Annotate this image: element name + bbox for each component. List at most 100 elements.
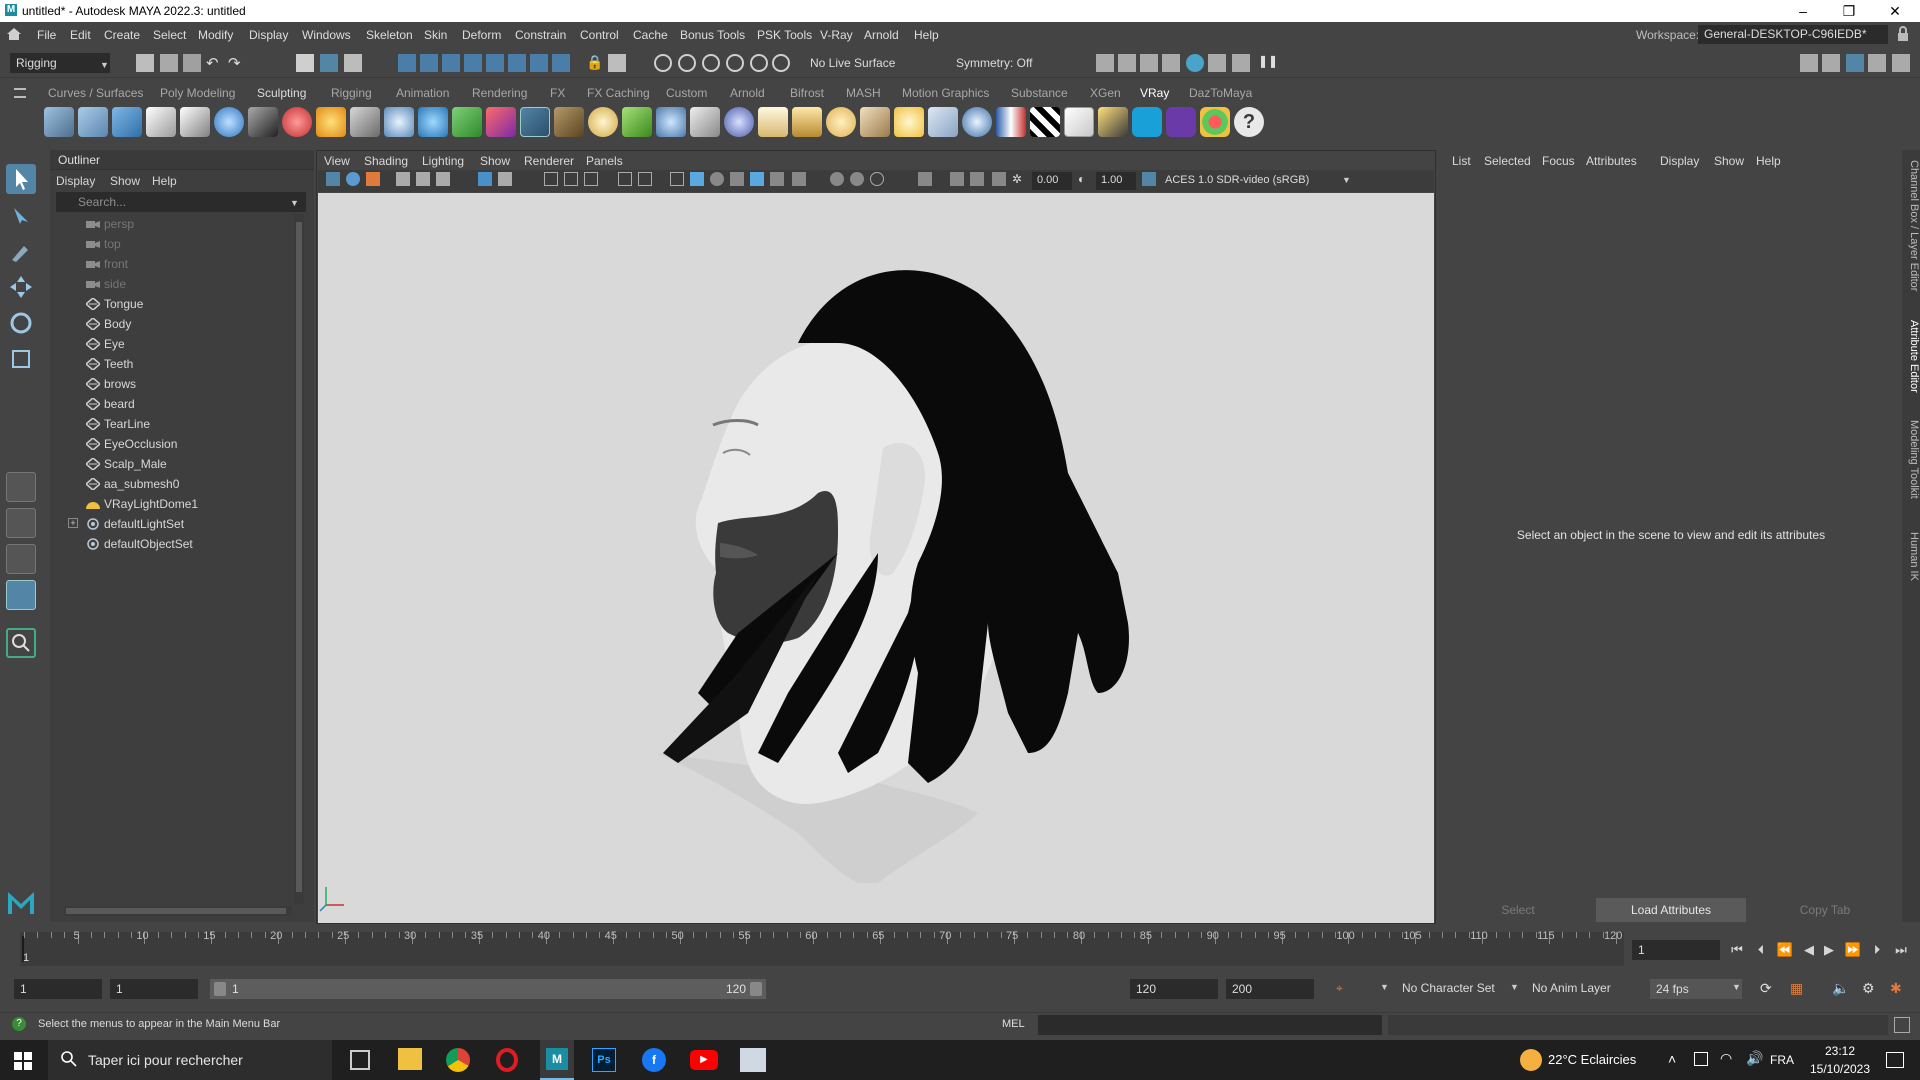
scene-end-field[interactable]: 200 xyxy=(1226,979,1314,999)
shelf-tab-bifrost[interactable]: Bifrost xyxy=(790,86,824,100)
outliner-vertical-scrollbar[interactable] xyxy=(294,214,304,904)
playback-end-field[interactable]: 120 xyxy=(1130,979,1218,999)
outliner-item[interactable]: aa_submesh0 xyxy=(50,474,290,494)
film-gate-icon[interactable] xyxy=(564,172,578,186)
outliner-item[interactable]: Scalp_Male xyxy=(50,454,290,474)
weather-text[interactable]: 22°C Eclaircies xyxy=(1548,1052,1636,1067)
shelf-tab-xgen[interactable]: XGen xyxy=(1090,86,1121,100)
anti-aliasing-icon[interactable] xyxy=(850,172,864,186)
vray-cone-icon[interactable] xyxy=(860,107,890,137)
attr-menu-display[interactable]: Display xyxy=(1660,154,1699,168)
layout-persp-outliner-icon[interactable] xyxy=(6,544,36,574)
select-rendering-icon[interactable] xyxy=(530,54,548,72)
vray-render-elements-icon[interactable] xyxy=(1064,107,1094,137)
minimize-button[interactable]: – xyxy=(1780,0,1826,22)
vray-globe-icon[interactable] xyxy=(588,107,618,137)
color-management-icon[interactable] xyxy=(1142,172,1156,186)
attr-menu-list[interactable]: List xyxy=(1452,154,1471,168)
viewport-menu-shading[interactable]: Shading xyxy=(364,154,408,168)
vray-ies-light-icon[interactable] xyxy=(486,107,516,137)
vray-table-icon[interactable] xyxy=(792,107,822,137)
viewport-menu-lighting[interactable]: Lighting xyxy=(422,154,464,168)
outliner-menu-display[interactable]: Display xyxy=(56,174,95,188)
save-scene-icon[interactable] xyxy=(183,54,201,72)
vray-chaos-icon[interactable] xyxy=(1166,107,1196,137)
taskbar-search-box[interactable]: Taper ici pour rechercher xyxy=(48,1040,332,1080)
outliner-item[interactable]: + defaultLightSet xyxy=(50,514,290,534)
select-component-icon[interactable] xyxy=(344,54,362,72)
maya-taskbar-button[interactable]: M xyxy=(540,1040,574,1080)
menu-select[interactable]: Select xyxy=(153,28,186,42)
shelf-tab-mash[interactable]: MASH xyxy=(846,86,881,100)
menu-skin[interactable]: Skin xyxy=(424,28,447,42)
loop-icon[interactable]: ⟳ xyxy=(1760,980,1772,997)
sidebar-toggle-icon[interactable] xyxy=(1800,54,1818,72)
playback-start-field[interactable]: 1 xyxy=(110,979,198,999)
select-hierarchy-icon[interactable] xyxy=(296,54,314,72)
menu-skeleton[interactable]: Skeleton xyxy=(366,28,413,42)
shelf-tab-fx-caching[interactable]: FX Caching xyxy=(587,86,650,100)
shelf-tab-rigging[interactable]: Rigging xyxy=(331,86,372,100)
task-view-icon[interactable] xyxy=(350,1050,370,1070)
step-back-key-icon[interactable]: ⏪ xyxy=(1776,942,1794,958)
select-handle-icon[interactable] xyxy=(398,54,416,72)
pause-icon[interactable]: ❚❚ xyxy=(1258,54,1278,72)
step-forward-frame-icon[interactable]: ⏵ xyxy=(1868,942,1886,958)
motion-blur-icon[interactable] xyxy=(830,172,844,186)
menu-bonus-tools[interactable]: Bonus Tools xyxy=(680,28,745,42)
symmetry-dropdown[interactable]: Symmetry: Off xyxy=(950,53,1046,73)
layout-outliner-icon[interactable] xyxy=(6,580,36,610)
outliner-item[interactable]: defaultObjectSet xyxy=(50,534,290,554)
rotate-tool-icon[interactable] xyxy=(6,308,36,338)
fps-dropdown[interactable]: 24 fps xyxy=(1650,979,1742,999)
gamma-field[interactable]: 1.00 xyxy=(1096,172,1136,190)
file-explorer-icon[interactable] xyxy=(398,1048,422,1070)
volume-icon[interactable]: 🔊 xyxy=(1746,1050,1763,1067)
current-frame-field[interactable]: 1 xyxy=(1632,940,1720,960)
character-set-dropdown[interactable]: No Character Set xyxy=(1402,981,1495,995)
step-back-frame-icon[interactable]: ⏴ xyxy=(1752,942,1770,958)
select-curve-icon[interactable] xyxy=(442,54,460,72)
shelf-tab-curves-surfaces[interactable]: Curves / Surfaces xyxy=(48,86,143,100)
render-settings-icon[interactable] xyxy=(1162,54,1180,72)
outliner-item[interactable]: TearLine xyxy=(50,414,290,434)
new-scene-icon[interactable] xyxy=(136,54,154,72)
vray-vfb-icon[interactable] xyxy=(112,107,142,137)
vray-cloud-icon[interactable] xyxy=(1132,107,1162,137)
shelf-menu-icon[interactable] xyxy=(14,88,26,98)
render-frame-icon[interactable] xyxy=(1118,54,1136,72)
vray-environment-fog-icon[interactable] xyxy=(724,107,754,137)
photoshop-icon[interactable]: Ps xyxy=(592,1048,616,1072)
menu-arnold[interactable]: Arnold xyxy=(864,28,899,42)
time-slider[interactable]: 1 5 10 15 20 25 30 35 40 45 50 55 60 65 70 75 80 85 90 95 1… xyxy=(20,930,1624,966)
menu-control[interactable]: Control xyxy=(580,28,619,42)
generic-app-icon[interactable] xyxy=(740,1048,766,1072)
viewport-canvas[interactable] xyxy=(318,193,1434,923)
safe-action-icon[interactable] xyxy=(618,172,632,186)
frame-all-icon[interactable] xyxy=(970,172,984,186)
shelf-tab-fx[interactable]: FX xyxy=(550,86,565,100)
home-icon[interactable] xyxy=(6,27,22,41)
animation-preferences-icon[interactable]: ⚙ xyxy=(1862,980,1875,997)
vray-scatter-icon[interactable] xyxy=(656,107,686,137)
scale-tool-icon[interactable] xyxy=(6,344,36,374)
range-end-handle[interactable] xyxy=(750,982,762,996)
facebook-icon[interactable]: f xyxy=(642,1048,666,1072)
outliner-item[interactable]: front xyxy=(50,254,290,274)
menu-help[interactable]: Help xyxy=(914,28,939,42)
shelf-tab-arnold[interactable]: Arnold xyxy=(730,86,765,100)
select-surface-icon[interactable] xyxy=(464,54,482,72)
notifications-icon[interactable] xyxy=(1886,1052,1904,1068)
exposure-field[interactable]: 0.00 xyxy=(1032,172,1072,190)
highlight-selection-icon[interactable] xyxy=(608,54,626,72)
taskbar-time[interactable]: 23:12 xyxy=(1810,1044,1870,1058)
paint-select-tool-icon[interactable] xyxy=(6,236,36,266)
select-camera-icon[interactable] xyxy=(326,172,340,186)
sound-icon[interactable]: 🔈 xyxy=(1832,980,1849,997)
tab-human-ik[interactable]: Human IK xyxy=(1902,532,1920,581)
image-plane-icon[interactable] xyxy=(396,172,410,186)
outliner-horizontal-scrollbar[interactable] xyxy=(64,906,292,916)
attr-menu-selected[interactable]: Selected xyxy=(1484,154,1531,168)
shelf-tab-poly-modeling[interactable]: Poly Modeling xyxy=(160,86,235,100)
outliner-item[interactable]: Tongue xyxy=(50,294,290,314)
